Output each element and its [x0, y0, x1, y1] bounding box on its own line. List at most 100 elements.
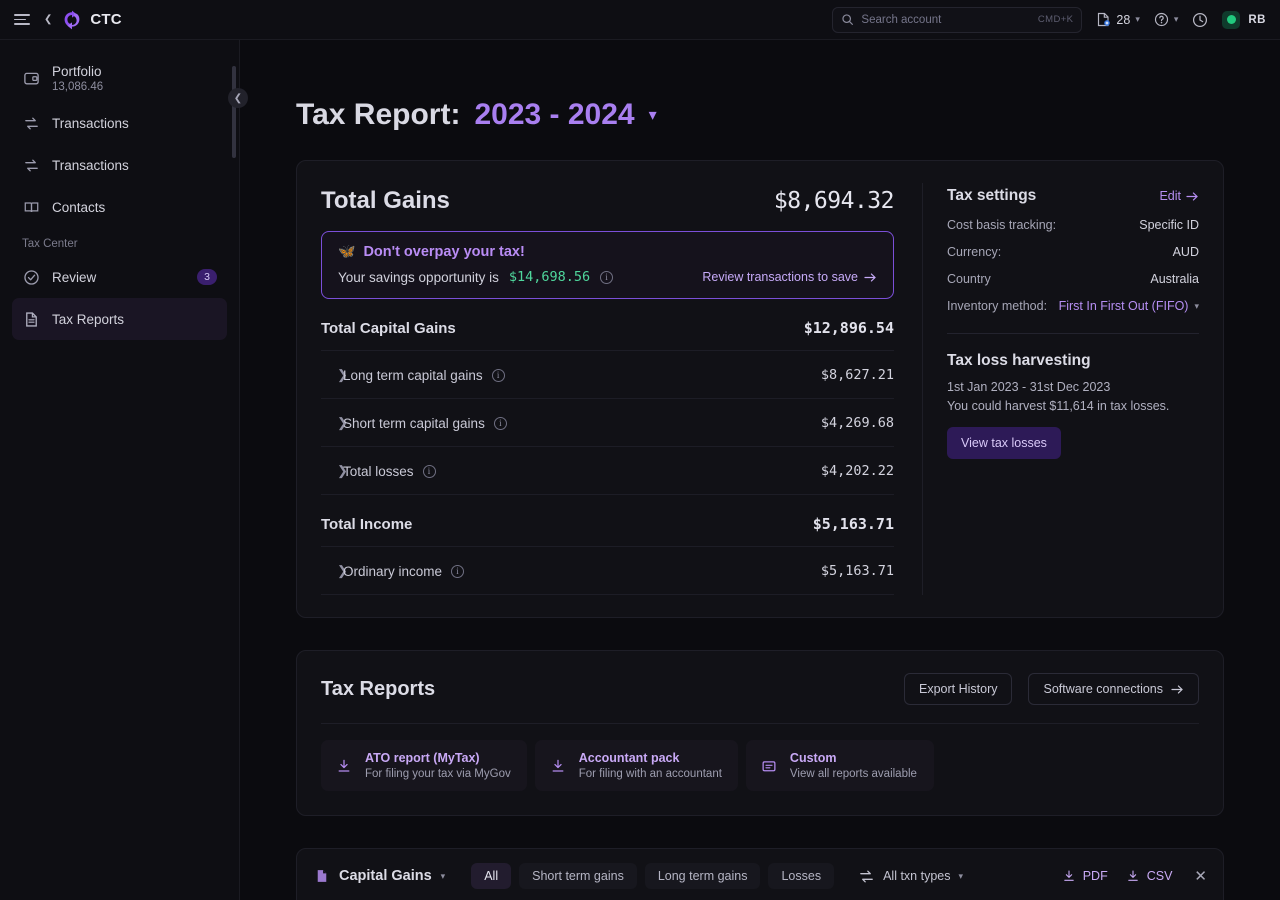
row-long-term-capital-gains[interactable]: ❯ Long term capital gains i $8,627.21: [321, 351, 894, 399]
setting-cost-basis: Cost basis tracking: Specific ID: [947, 218, 1199, 232]
software-connections-button[interactable]: Software connections: [1028, 673, 1199, 705]
page-title: Tax Report: 2023 - 2024 ▾: [296, 98, 1224, 132]
search-placeholder: Search account: [861, 13, 942, 26]
search-shortcut: CMD+K: [1037, 14, 1074, 25]
tax-loss-description: You could harvest $11,614 in tax losses.: [947, 399, 1170, 413]
panel-divider: [947, 333, 1199, 334]
chevron-down-icon[interactable]: ▾: [649, 105, 657, 125]
info-icon[interactable]: i: [451, 564, 465, 578]
tax-reports-actions: Export History Software connections: [903, 673, 1199, 705]
avatar[interactable]: RB: [1248, 14, 1266, 26]
setting-value: Australia: [1150, 272, 1199, 286]
sidebar-group-label: Tax Center: [22, 238, 78, 250]
tile-accountant-pack[interactable]: Accountant pack For filing with an accou…: [534, 740, 738, 791]
sidebar-scrollbar[interactable]: [232, 66, 236, 158]
pill-losses[interactable]: Losses: [768, 863, 835, 889]
sidebar-item-label: Review: [52, 269, 97, 285]
row-value: $5,163.71: [820, 563, 894, 579]
software-connections-label: Software connections: [1043, 682, 1163, 696]
close-icon[interactable]: ✕: [1190, 867, 1207, 885]
chevron-down-icon: ▾: [1194, 300, 1199, 311]
folder-icon: [760, 757, 778, 775]
download-icon: [1063, 870, 1074, 881]
setting-key: Inventory method:: [947, 299, 1048, 313]
info-icon[interactable]: i: [491, 368, 505, 382]
inventory-method-dropdown[interactable]: First In First Out (FIFO) ▾: [1059, 299, 1199, 313]
row-short-term-capital-gains[interactable]: ❯ Short term capital gains i $4,269.68: [321, 399, 894, 447]
sidebar-item-label: Transactions: [52, 115, 129, 131]
tile-subtitle: For filing with an accountant: [578, 768, 722, 780]
setting-value: AUD: [1172, 245, 1199, 259]
chevron-right-icon[interactable]: ❯: [321, 563, 348, 579]
top-bar: ❮ CTC Search account CMD+K 28 ▾ ▾ RB: [0, 0, 1280, 40]
tax-loss-harvesting-title: Tax loss harvesting: [947, 352, 1091, 369]
section-value: $12,896.54: [803, 319, 894, 337]
sidebar: Portfolio 13,086.46 Transactions Transac…: [0, 40, 248, 900]
promo-headline: Don't overpay your tax!: [363, 243, 525, 260]
document-icon: [22, 310, 40, 328]
setting-inventory-method: Inventory method: First In First Out (FI…: [947, 299, 1199, 313]
pill-short-term-gains[interactable]: Short term gains: [519, 863, 637, 889]
body: Portfolio 13,086.46 Transactions Transac…: [0, 40, 1280, 900]
search-icon: [842, 14, 854, 25]
tile-ato-report[interactable]: ATO report (MyTax) For filing your tax v…: [321, 740, 527, 791]
app-root: ❮ CTC Search account CMD+K 28 ▾ ▾ RB Por…: [0, 0, 1280, 900]
ctc-logo-icon[interactable]: [62, 10, 82, 30]
report-type-selector[interactable]: Capital Gains ▾: [313, 868, 451, 885]
tile-custom[interactable]: Custom View all reports available: [745, 740, 934, 791]
review-transactions-link[interactable]: Review transactions to save: [702, 270, 877, 284]
txn-type-filter[interactable]: All txn types ▾: [858, 868, 963, 885]
chevron-right-icon[interactable]: ❯: [321, 463, 348, 479]
row-total-losses[interactable]: ❯ Total losses i $4,202.22: [321, 447, 894, 495]
info-icon[interactable]: i: [422, 464, 436, 478]
sidebar-item-label: Contacts: [52, 199, 106, 215]
arrow-right-icon: [864, 272, 876, 282]
report-file-icon: [1098, 12, 1111, 27]
history-button[interactable]: [1192, 12, 1208, 28]
moth-icon: 🦋: [338, 243, 356, 259]
sidebar-item-transactions-2[interactable]: Transactions: [12, 144, 227, 186]
total-gains-left: Total Gains $8,694.32 🦋 Don't overpay yo…: [297, 161, 922, 617]
edit-label: Edit: [1159, 189, 1181, 203]
edit-tax-settings-button[interactable]: Edit: [1159, 189, 1199, 203]
export-history-button[interactable]: Export History: [903, 673, 1013, 705]
sidebar-item-portfolio[interactable]: Portfolio 13,086.46: [12, 54, 227, 102]
export-pdf-button[interactable]: PDF: [1062, 869, 1108, 883]
help-button[interactable]: ▾: [1154, 12, 1178, 27]
promo-amount: $14,698.56: [508, 269, 591, 285]
sidebar-item-transactions-1[interactable]: Transactions: [12, 102, 227, 144]
download-icon: [1127, 870, 1138, 881]
table-toolbar: Capital Gains ▾ All Short term gains Lon…: [297, 849, 1223, 900]
sidebar-item-tax-reports[interactable]: Tax Reports: [12, 298, 227, 340]
reports-count-button[interactable]: 28 ▾: [1096, 12, 1140, 27]
tax-settings-panel: Tax settings Edit Cost basis tracking: S…: [923, 161, 1223, 617]
promo-body-prefix: Your savings opportunity is: [338, 269, 499, 285]
tax-reports-divider: [321, 723, 1199, 724]
page-title-prefix: Tax Report:: [296, 98, 461, 131]
chevron-right-icon[interactable]: ❯: [321, 415, 348, 431]
hamburger-icon[interactable]: [14, 10, 34, 30]
sidebar-item-label: Portfolio: [52, 63, 102, 79]
search-input[interactable]: Search account CMD+K: [832, 6, 1083, 33]
pill-long-term-gains[interactable]: Long term gains: [644, 863, 761, 889]
export-pdf-label: PDF: [1082, 869, 1108, 883]
export-history-label: Export History: [918, 682, 998, 696]
sidebar-item-contacts[interactable]: Contacts: [12, 186, 227, 228]
export-csv-button[interactable]: CSV: [1126, 869, 1172, 883]
status-dot-icon[interactable]: [1222, 10, 1241, 29]
view-tax-losses-button[interactable]: View tax losses: [947, 427, 1061, 459]
sidebar-collapse-button[interactable]: ❮: [228, 88, 248, 108]
chevron-right-icon[interactable]: ❯: [321, 367, 348, 383]
sidebar-item-review[interactable]: Review 3: [12, 256, 227, 298]
savings-promo-banner: 🦋 Don't overpay your tax! Your savings o…: [321, 231, 894, 299]
info-icon[interactable]: i: [600, 270, 614, 284]
main-content: Tax Report: 2023 - 2024 ▾ Total Gains $8…: [240, 40, 1280, 900]
year-selector[interactable]: 2023 - 2024: [474, 98, 634, 132]
tile-subtitle: View all reports available: [789, 768, 917, 780]
row-ordinary-income[interactable]: ❯ Ordinary income i $5,163.71: [321, 547, 894, 595]
pill-all[interactable]: All: [471, 863, 512, 889]
book-icon: [22, 198, 40, 216]
tile-title: Accountant pack: [578, 751, 680, 765]
menu-toggle[interactable]: ❮: [14, 10, 52, 30]
info-icon[interactable]: i: [493, 416, 507, 430]
